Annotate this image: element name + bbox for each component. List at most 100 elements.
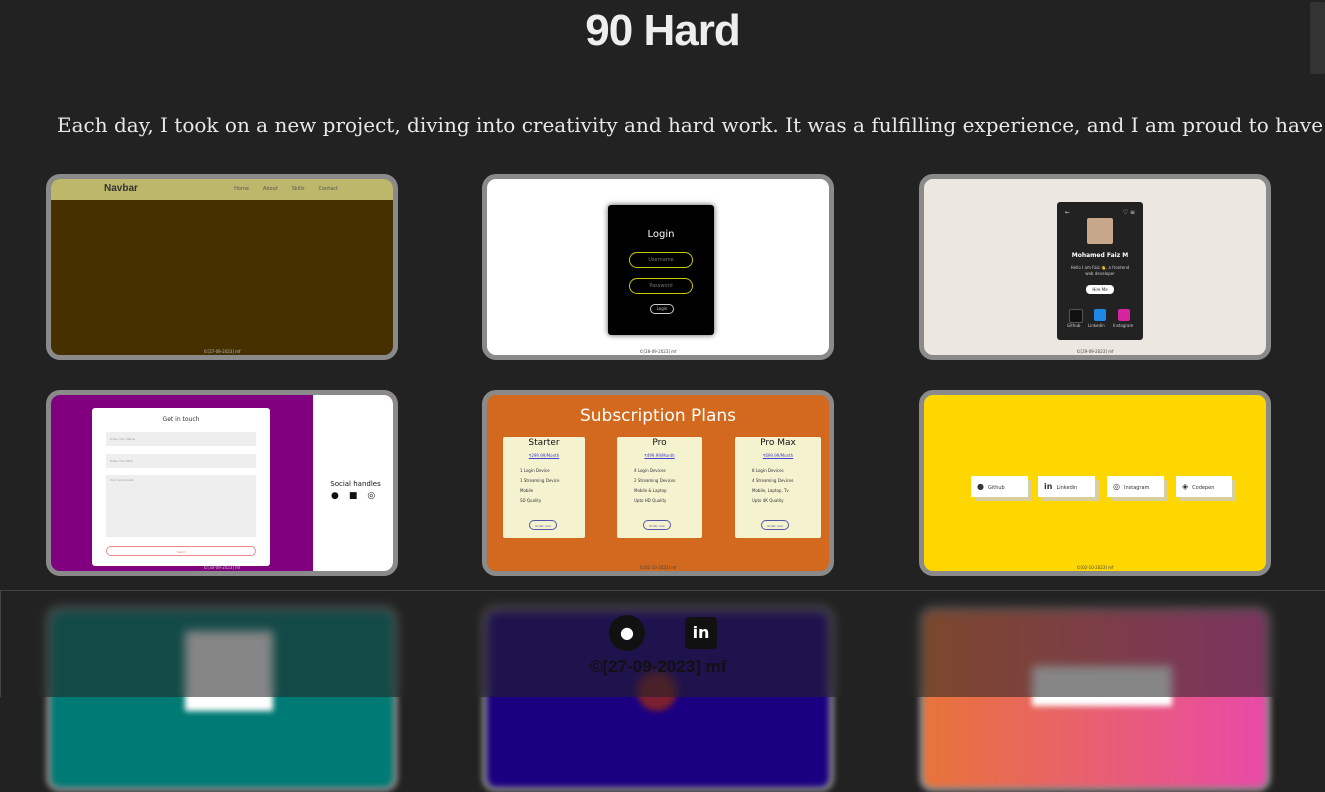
project-card-navbar[interactable]: Navbar Home About Skills Contact ©[27-09-20… — [46, 174, 398, 360]
plan-feature: Upto HD Quality — [634, 498, 667, 503]
linkedin-icon: in — [1044, 482, 1053, 491]
profile-card: ← ♡ ≡ Mohamed Faiz M Hello I am Faiz 👋, … — [1057, 202, 1143, 340]
intro-text: Each day, I took on a new project, divin… — [57, 113, 1324, 137]
login-box: Login Username Password Login — [608, 205, 714, 335]
codepen-social-button: ◈ Codepen — [1176, 476, 1232, 497]
project-card-profile[interactable]: ← ♡ ≡ Mohamed Faiz M Hello I am Faiz 👋, … — [919, 174, 1271, 360]
social-handles-panel: Social handles ● ■ ◎ — [313, 395, 393, 571]
plan-feature: Mobile & Laptop — [634, 488, 667, 493]
social-button-label: Linkedin — [1056, 485, 1078, 491]
plan-features: 8 Login Devices 4 Streaming Devices Mobi… — [752, 466, 821, 506]
plan-name: Pro Max — [760, 438, 796, 448]
project-card-social-buttons[interactable]: ● Github in Linkedin ◎ Instagram ◈ Codepen ©… — [919, 390, 1271, 576]
social-handles-icons: ● ■ ◎ — [331, 491, 385, 501]
navbar-brand: Navbar — [104, 183, 138, 194]
plan-price: ₹699.99/Month — [735, 453, 821, 458]
linkedin-icon — [1094, 309, 1106, 321]
footer-copyright: ©[27-09-2023] mf — [590, 657, 727, 676]
github-icon — [1069, 309, 1083, 323]
plan-period: Month — [780, 453, 794, 458]
instagram-icon — [1118, 309, 1130, 321]
plan-feature: 4 Login Devices — [634, 468, 666, 473]
linkedin-icon[interactable]: in — [685, 617, 717, 649]
scrollbar-thumb[interactable] — [1310, 2, 1325, 74]
plan-price: ₹299.99/Month — [503, 453, 585, 458]
password-field: Password — [629, 278, 693, 294]
navbar-link: Home — [234, 186, 249, 192]
plan-feature: 4 Streaming Devices — [752, 478, 794, 483]
plan-features: 4 Login Devices 2 Streaming Devices Mobi… — [634, 466, 702, 506]
codepen-icon: ◈ — [1182, 482, 1189, 491]
github-icon: ● — [331, 491, 339, 501]
card-footer: ©[29-09-2023] mf — [1076, 349, 1114, 354]
login-title: Login — [647, 229, 675, 240]
navbar-link: Contact — [318, 186, 338, 192]
plan-card: Starter ₹299.99/Month 1 Login Device 1 S… — [503, 437, 585, 538]
social-label: Instagram — [1113, 323, 1134, 328]
project-card-contact[interactable]: Get in touch Enter Your Name Enter Your … — [46, 390, 398, 576]
plan-card: Pro Max ₹699.99/Month 8 Login Devices 4 … — [735, 437, 821, 538]
plan-card: Pro ₹499.99/Month 4 Login Devices 2 Stre… — [617, 437, 702, 538]
heart-menu-icon: ♡ ≡ — [1122, 209, 1135, 216]
contact-title: Get in touch — [162, 416, 200, 423]
email-field: Enter Your Mail — [106, 454, 256, 468]
profile-bio: Hello I am Faiz 👋, a frontend web develo… — [1057, 265, 1143, 277]
profile-bio-line: Hello I am Faiz 👋, a frontend — [1070, 265, 1130, 270]
username-field: Username — [629, 252, 693, 268]
social-button-label: Codepen — [1192, 485, 1215, 491]
navbar-links: Home About Skills Contact — [220, 186, 338, 192]
plan-feature: 2 Streaming Devices — [634, 478, 676, 483]
profile-bio-line: web developer — [1085, 271, 1115, 276]
linkedin-icon: ■ — [348, 491, 358, 501]
navbar-link: About — [262, 186, 278, 192]
plan-feature: Mobile, Laptop, Tv — [752, 488, 789, 493]
contact-form: Get in touch Enter Your Name Enter Your … — [92, 408, 270, 566]
comments-field: Your Comments — [106, 475, 256, 537]
profile-name: Mohamed Faiz M — [1071, 252, 1129, 259]
plan-period: Month — [662, 453, 675, 458]
name-field: Enter Your Name — [106, 432, 256, 446]
order-button: Order now — [643, 520, 671, 530]
plan-price-value: ₹499.99/ — [644, 453, 663, 458]
social-label: Linkedin — [1088, 323, 1105, 328]
plan-price-value: ₹299.99/ — [528, 453, 547, 458]
navbar-link: Skills — [291, 186, 305, 192]
profile-topbar: ← ♡ ≡ — [1065, 209, 1135, 216]
social-label: Github — [1067, 323, 1081, 328]
instagram-icon: ◎ — [367, 491, 376, 501]
plan-price-value: ₹699.99/ — [762, 453, 781, 458]
send-button: Send — [106, 546, 256, 556]
card-footer: ©[28-09-2023] mf — [639, 349, 677, 354]
plan-feature: 1 Streaming Device — [520, 478, 560, 483]
order-button: Order now — [761, 520, 789, 530]
order-button: Order now — [529, 520, 557, 530]
github-icon[interactable]: ● — [609, 615, 645, 651]
linkedin-social-button: in Linkedin — [1038, 476, 1095, 497]
instagram-icon: ◎ — [1113, 482, 1120, 491]
plan-price: ₹499.99/Month — [617, 453, 702, 458]
project-card-subscription[interactable]: Subscription Plans Starter ₹299.99/Month… — [482, 390, 834, 576]
plan-feature: SD Quality — [520, 498, 542, 503]
hire-button: Hire Me — [1086, 285, 1114, 294]
github-social-button: ● Github — [971, 476, 1028, 497]
instagram-social-button: ◎ Instagram — [1107, 476, 1164, 497]
plan-feature: Upto 4K Quality — [752, 498, 784, 503]
plan-features: 1 Login Device 1 Streaming Device Mobile… — [520, 466, 585, 506]
social-button-label: Instagram — [1123, 485, 1150, 491]
avatar — [1087, 218, 1113, 244]
social-handles-title: Social handles — [330, 480, 381, 488]
plan-period: Month — [546, 453, 560, 458]
navbar-preview: Navbar Home About Skills Contact — [51, 179, 393, 200]
card-footer: ©[27-09-2023] mf — [203, 349, 241, 354]
subscription-title: Subscription Plans — [579, 406, 737, 426]
github-icon: ● — [977, 482, 984, 491]
project-card-login[interactable]: Login Username Password Login ©[28-09-20… — [482, 174, 834, 360]
card-footer: ©[30-09-2023] mf — [203, 565, 241, 570]
plan-feature: Mobile — [520, 488, 534, 493]
social-button-label: Github — [987, 485, 1005, 491]
plan-name: Pro — [652, 438, 667, 448]
page-title: 90 Hard — [585, 6, 740, 55]
login-button: Login — [650, 304, 674, 314]
card-footer: ©[01-10-2023] mf — [639, 565, 677, 570]
footer: ● in ©[27-09-2023] mf — [0, 590, 1325, 697]
